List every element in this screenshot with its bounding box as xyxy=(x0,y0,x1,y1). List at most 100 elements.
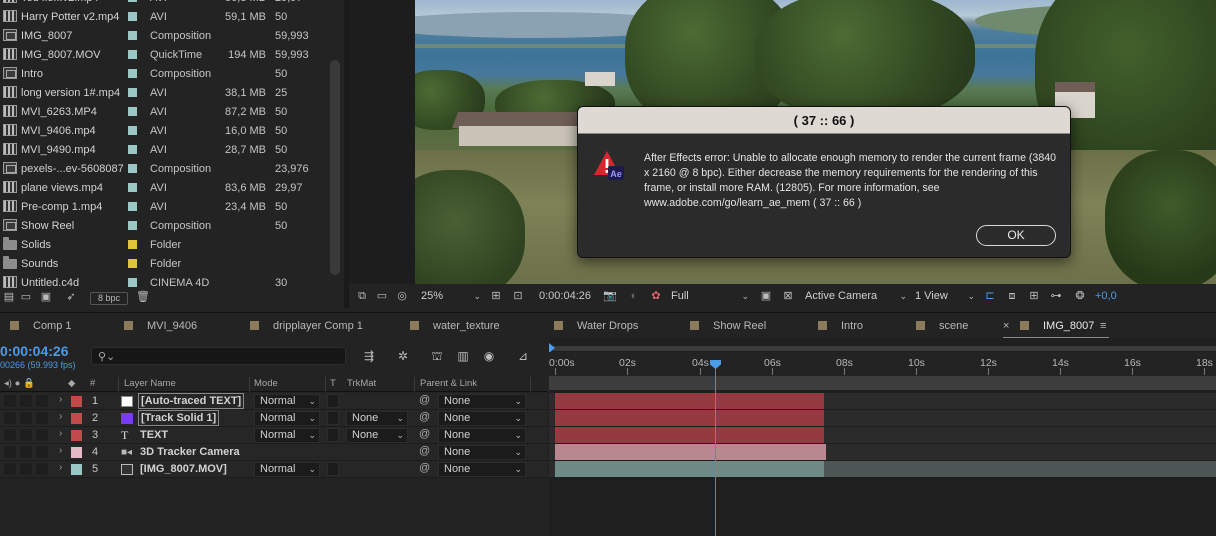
motion-blur-icon[interactable]: ◉ xyxy=(480,347,498,365)
lock-switch[interactable] xyxy=(36,412,48,424)
project-item[interactable]: Solids Folder xyxy=(0,235,330,254)
project-scrollbar[interactable] xyxy=(330,60,340,275)
blend-mode-dropdown[interactable]: Normal ⌄ xyxy=(254,411,320,426)
timeline-tab[interactable]: Comp 1 xyxy=(10,319,72,335)
project-item[interactable]: IMG_8007 Composition 59,993 xyxy=(0,26,330,45)
close-tab-icon[interactable]: × xyxy=(1003,319,1009,335)
zoom-dropdown[interactable]: 25% ⌄ xyxy=(421,288,483,304)
layer-search-input[interactable]: ⚲⌄ xyxy=(91,347,346,365)
project-item[interactable]: Pre-comp 1.mp4 AVI 23,4 MB 50 xyxy=(0,197,330,216)
preserve-transparency-toggle[interactable] xyxy=(327,462,339,476)
transparency-grid-icon[interactable]: ⊠ xyxy=(781,289,795,303)
timeline-tab[interactable]: Show Reel xyxy=(690,319,766,335)
layer-label-color[interactable] xyxy=(71,396,82,407)
viewer-timecode[interactable]: 0:00:04:26 xyxy=(539,288,591,304)
project-item[interactable]: Untitled.c4d CINEMA 4D 30 xyxy=(0,273,330,288)
layer-duration-bar[interactable] xyxy=(555,427,824,443)
layer-duration-bar[interactable] xyxy=(555,393,824,409)
time-ruler[interactable] xyxy=(549,352,1216,376)
project-item[interactable]: long version 1#.mp4 AVI 38,1 MB 25 xyxy=(0,83,330,102)
timeline-icon[interactable]: ⊞ xyxy=(1027,289,1041,303)
layer-track[interactable] xyxy=(549,427,1216,444)
timeline-tab[interactable]: IMG_8007 xyxy=(1020,319,1094,335)
solo-switch[interactable] xyxy=(20,429,32,441)
vr-headset-icon[interactable]: ◎ xyxy=(395,289,409,303)
video-switch[interactable] xyxy=(4,429,16,441)
layer-duration-bar[interactable] xyxy=(555,410,824,426)
parent-dropdown[interactable]: None ⌄ xyxy=(438,445,526,460)
solo-switch[interactable] xyxy=(20,463,32,475)
preserve-transparency-toggle[interactable] xyxy=(327,411,339,425)
region-of-interest-icon[interactable]: ▣ xyxy=(759,289,773,303)
fast-previews-icon[interactable]: ⧈ xyxy=(1005,289,1019,303)
current-time-display[interactable]: 0:00:04:26 xyxy=(0,343,69,359)
label-color-swatch[interactable] xyxy=(128,0,137,2)
work-area-bar[interactable] xyxy=(553,346,1216,351)
timeline-tab[interactable]: dripplayer Comp 1 xyxy=(250,319,363,335)
track-matte-dropdown[interactable]: None ⌄ xyxy=(346,428,408,443)
label-color-swatch[interactable] xyxy=(128,183,137,192)
lock-switch[interactable] xyxy=(36,429,48,441)
layer-label-color[interactable] xyxy=(71,413,82,424)
expand-arrow-icon[interactable]: › xyxy=(59,445,62,456)
layer-row[interactable]: › 5 [IMG_8007.MOV] Normal ⌄ @ None ⌄ xyxy=(0,461,547,478)
label-color-swatch[interactable] xyxy=(128,107,137,116)
label-color-swatch[interactable] xyxy=(128,202,137,211)
preserve-transparency-toggle[interactable] xyxy=(327,394,339,408)
label-color-swatch[interactable] xyxy=(128,12,137,21)
frame-blending-icon[interactable]: ▥ xyxy=(454,347,472,365)
layer-track[interactable] xyxy=(549,444,1216,461)
layer-track[interactable] xyxy=(549,393,1216,410)
new-composition-icon[interactable]: ▣ xyxy=(39,291,53,304)
project-item[interactable]: Intro Composition 50 xyxy=(0,64,330,83)
label-color-swatch[interactable] xyxy=(128,50,137,59)
layer-label-color[interactable] xyxy=(71,447,82,458)
views-dropdown[interactable]: 1 View ⌄ xyxy=(915,288,977,304)
blend-mode-dropdown[interactable]: Normal ⌄ xyxy=(254,394,320,409)
channel-icon[interactable]: ✿ xyxy=(649,289,663,303)
trash-icon[interactable]: 🗑 xyxy=(136,291,150,304)
label-color-swatch[interactable] xyxy=(128,31,137,40)
always-preview-icon[interactable]: ⧉ xyxy=(355,289,369,303)
layer-row[interactable]: › 4 ■◂ 3D Tracker Camera @ None ⌄ xyxy=(0,444,547,461)
video-switch[interactable] xyxy=(4,463,16,475)
layer-duration-bar[interactable] xyxy=(555,444,826,460)
solo-switch[interactable] xyxy=(20,395,32,407)
layer-label-color[interactable] xyxy=(71,464,82,475)
project-item[interactable]: Ted fle...v2.mp4 AVI 56,8 MB 29,97 xyxy=(0,0,330,7)
layer-row[interactable]: › 3 T TEXT Normal ⌄ None ⌄ @ None ⌄ xyxy=(0,427,547,444)
solo-switch[interactable] xyxy=(20,446,32,458)
timeline-tab[interactable]: scene xyxy=(916,319,968,335)
expand-arrow-icon[interactable]: › xyxy=(59,462,62,473)
label-color-swatch[interactable] xyxy=(128,221,137,230)
blend-mode-dropdown[interactable]: Normal ⌄ xyxy=(254,428,320,443)
layer-label-color[interactable] xyxy=(71,430,82,441)
solo-switch[interactable] xyxy=(20,412,32,424)
bit-depth-button[interactable]: 8 bpc xyxy=(90,292,128,305)
label-color-swatch[interactable] xyxy=(128,88,137,97)
project-item[interactable]: Harry Potter v2.mp4 AVI 59,1 MB 50 xyxy=(0,7,330,26)
resolution-dropdown[interactable]: Full ⌄ xyxy=(671,288,751,304)
pick-whip-icon[interactable]: @ xyxy=(419,445,430,457)
video-switch[interactable] xyxy=(4,412,16,424)
panel-menu-icon[interactable]: ≡ xyxy=(1100,319,1106,335)
project-item[interactable]: pexels-...ev-5608087 Composition 23,976 xyxy=(0,159,330,178)
timeline-tab[interactable]: Intro xyxy=(818,319,863,335)
project-item[interactable]: IMG_8007.MOV QuickTime 194 MB 59,993 xyxy=(0,45,330,64)
parent-dropdown[interactable]: None ⌄ xyxy=(438,411,526,426)
label-color-swatch[interactable] xyxy=(128,145,137,154)
layer-name-column-header[interactable]: Layer Name xyxy=(124,378,176,389)
interpret-footage-icon[interactable]: ▤ xyxy=(2,291,16,304)
snapshot-icon[interactable]: 📷 xyxy=(603,289,617,303)
pick-whip-icon[interactable]: @ xyxy=(419,394,430,406)
layer-track[interactable] xyxy=(549,461,1216,478)
new-folder-icon[interactable]: ▭ xyxy=(19,291,33,304)
flowchart-icon[interactable]: ⊶ xyxy=(1049,289,1063,303)
grid-icon[interactable]: ⊞ xyxy=(489,289,503,303)
timeline-tab[interactable]: water_texture xyxy=(410,319,500,335)
composition-mini-flowchart-icon[interactable]: ⇶ xyxy=(360,347,378,365)
layer-duration-bar[interactable] xyxy=(555,461,824,477)
expand-arrow-icon[interactable]: › xyxy=(59,411,62,422)
reset-exposure-icon[interactable]: ❂ xyxy=(1073,289,1087,303)
shy-layers-icon[interactable]: ⛫ xyxy=(428,347,446,365)
